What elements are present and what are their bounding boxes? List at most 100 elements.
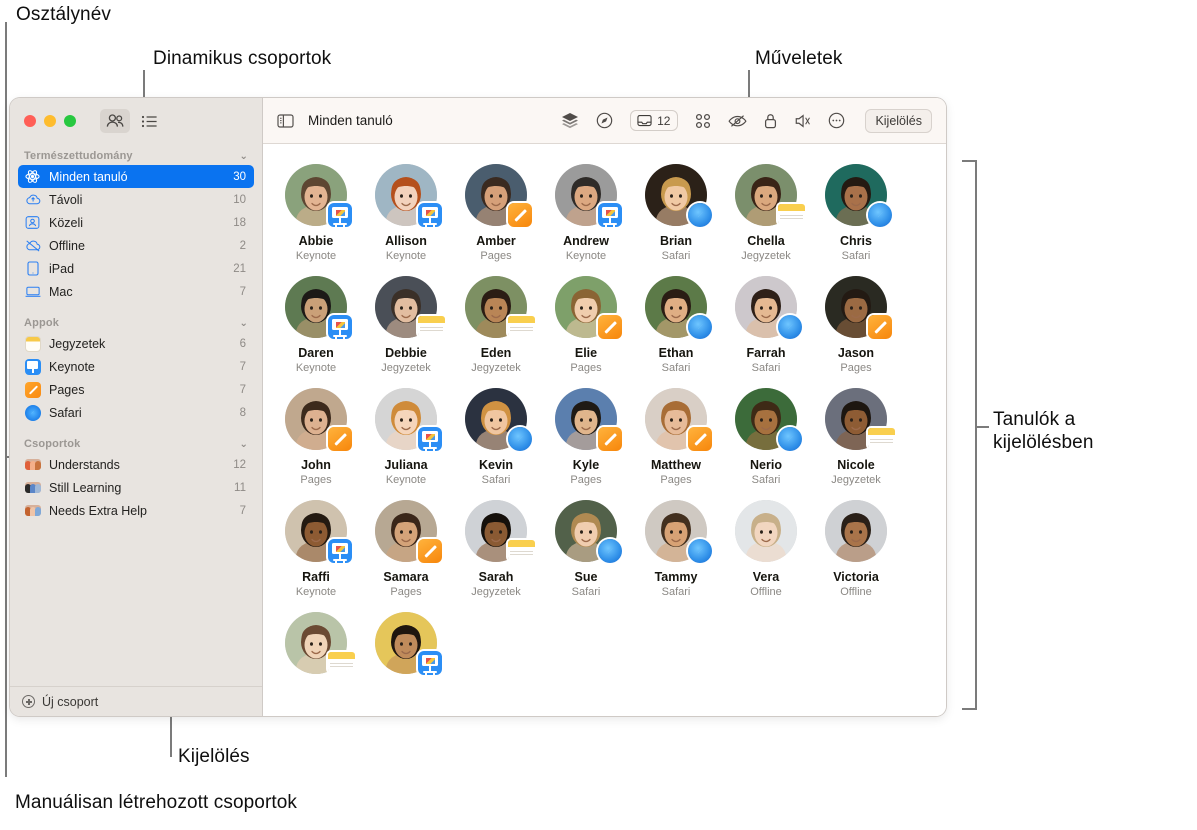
student-card[interactable]: Juliana Keynote xyxy=(361,382,451,486)
keynote-badge-icon xyxy=(418,651,442,675)
sidebar-section-header-groups[interactable]: Csoportok ⌄ xyxy=(10,434,262,453)
sidebar-item-safari[interactable]: Safari 8 xyxy=(18,401,254,424)
sidebar-section-header-class[interactable]: Természettudomány ⌄ xyxy=(10,146,262,165)
avatar xyxy=(735,276,802,339)
student-card[interactable]: Eden Jegyzetek xyxy=(451,270,541,374)
list-icon[interactable] xyxy=(134,109,164,133)
avatar xyxy=(555,164,622,227)
student-card[interactable]: Jason Pages xyxy=(811,270,901,374)
sidebar-item-count: 8 xyxy=(239,406,246,419)
sidebar-section-header-apps[interactable]: Appok ⌄ xyxy=(10,313,262,332)
hide-screen-eye-icon[interactable] xyxy=(728,113,748,128)
chevron-down-icon[interactable]: ⌄ xyxy=(239,318,248,329)
student-card[interactable]: Nicole Jegyzetek xyxy=(811,382,901,486)
sidebar-item-needs-extra-help[interactable]: Needs Extra Help 7 xyxy=(18,499,254,522)
people-icon[interactable] xyxy=(100,109,130,133)
annotation-actions: Műveletek xyxy=(755,48,843,69)
student-card[interactable]: Chris Safari xyxy=(811,158,901,262)
student-card[interactable]: Abbie Keynote xyxy=(271,158,361,262)
student-card[interactable]: Raffi Keynote xyxy=(271,494,361,598)
student-card[interactable]: Nerio Safari xyxy=(721,382,811,486)
notes-app-icon xyxy=(24,335,41,352)
safari-badge-icon xyxy=(778,315,802,339)
maximize-button[interactable] xyxy=(64,115,76,127)
student-name: Samara xyxy=(383,570,429,584)
student-card[interactable] xyxy=(361,606,451,675)
student-card[interactable]: Daren Keynote xyxy=(271,270,361,374)
student-app-status: Safari xyxy=(481,474,511,486)
sidebar-item-count: 12 xyxy=(233,458,246,471)
student-card[interactable]: Brian Safari xyxy=(631,158,721,262)
student-card[interactable]: Vera Offline xyxy=(721,494,811,598)
group-icon xyxy=(24,502,41,519)
student-card[interactable]: Samara Pages xyxy=(361,494,451,598)
student-card[interactable]: Ethan Safari xyxy=(631,270,721,374)
student-app-status: Safari xyxy=(751,474,781,486)
student-card[interactable]: Matthew Pages xyxy=(631,382,721,486)
view-mode-segmented-control[interactable] xyxy=(100,109,164,133)
sidebar-item-pages[interactable]: Pages 7 xyxy=(18,378,254,401)
sidebar-item-tavoli[interactable]: Távoli 10 xyxy=(18,188,254,211)
student-card[interactable]: Farrah Safari xyxy=(721,270,811,374)
student-app-status: Keynote xyxy=(295,250,337,262)
annotation-dynamic-groups: Dinamikus csoportok xyxy=(153,48,332,69)
student-card[interactable]: John Pages xyxy=(271,382,361,486)
avatar xyxy=(285,388,352,451)
student-card[interactable]: Victoria Offline xyxy=(811,494,901,598)
student-card[interactable]: Kyle Pages xyxy=(541,382,631,486)
close-button[interactable] xyxy=(24,115,36,127)
minimize-button[interactable] xyxy=(44,115,56,127)
chevron-down-icon[interactable]: ⌄ xyxy=(239,439,248,450)
inbox-icon[interactable]: 12 xyxy=(630,110,679,131)
sidebar-scroll-area[interactable]: Természettudomány ⌄ Minden tanuló 30 Táv… xyxy=(10,144,262,686)
student-card[interactable]: Elie Pages xyxy=(541,270,631,374)
student-card[interactable]: Tammy Safari xyxy=(631,494,721,598)
student-card[interactable]: Debbie Jegyzetek xyxy=(361,270,451,374)
student-name: Farrah xyxy=(746,346,786,360)
avatar xyxy=(555,276,622,339)
select-button[interactable]: Kijelölés xyxy=(865,108,932,133)
student-name: Ethan xyxy=(658,346,694,360)
sidebar-toggle-icon[interactable] xyxy=(277,113,294,128)
student-card[interactable]: Allison Keynote xyxy=(361,158,451,262)
student-app-status: Keynote xyxy=(385,250,427,262)
student-app-status: Jegyzetek xyxy=(831,474,881,486)
window-controls[interactable] xyxy=(24,115,76,127)
sidebar-item-count: 18 xyxy=(233,216,246,229)
apps-grid-icon[interactable] xyxy=(695,113,711,129)
sidebar-item-still-learning[interactable]: Still Learning 11 xyxy=(18,476,254,499)
leader-students-bracket-bottom xyxy=(962,708,977,710)
student-card[interactable] xyxy=(271,606,361,674)
notes-badge-icon xyxy=(508,540,535,560)
chevron-down-icon[interactable]: ⌄ xyxy=(239,151,248,162)
student-grid[interactable]: Abbie Keynote Allison Keynote Amber Pages Andr… xyxy=(263,144,946,716)
sidebar-item-offline[interactable]: Offline 2 xyxy=(18,234,254,257)
navigate-compass-icon[interactable] xyxy=(596,112,613,129)
student-card[interactable]: Sarah Jegyzetek xyxy=(451,494,541,598)
layers-icon[interactable] xyxy=(561,112,579,129)
inbox-count: 12 xyxy=(657,113,671,128)
sidebar-item-understands[interactable]: Understands 12 xyxy=(18,453,254,476)
avatar xyxy=(825,276,892,339)
keynote-badge-icon xyxy=(598,203,622,227)
sidebar-item-minden-tanulo[interactable]: Minden tanuló 30 xyxy=(18,165,254,188)
student-card[interactable]: Chella Jegyzetek xyxy=(721,158,811,262)
sidebar-item-mac[interactable]: Mac 7 xyxy=(18,280,254,303)
sidebar-item-ipad[interactable]: iPad 21 xyxy=(18,257,254,280)
sidebar-item-jegyzetek[interactable]: Jegyzetek 6 xyxy=(18,332,254,355)
lock-icon[interactable] xyxy=(764,113,777,129)
sidebar-item-label: Understands xyxy=(49,457,120,472)
keynote-app-icon xyxy=(24,358,41,375)
sidebar-item-kozeli[interactable]: Közeli 18 xyxy=(18,211,254,234)
student-name: Nerio xyxy=(750,458,782,472)
student-card[interactable]: Kevin Safari xyxy=(451,382,541,486)
mute-icon[interactable] xyxy=(794,113,811,129)
sidebar-item-count: 2 xyxy=(239,239,246,252)
student-card[interactable]: Sue Safari xyxy=(541,494,631,598)
more-ellipsis-icon[interactable] xyxy=(828,112,845,129)
avatar xyxy=(555,500,622,563)
new-group-button[interactable]: Új csoport xyxy=(10,686,262,716)
student-card[interactable]: Andrew Keynote xyxy=(541,158,631,262)
student-card[interactable]: Amber Pages xyxy=(451,158,541,262)
sidebar-item-keynote[interactable]: Keynote 7 xyxy=(18,355,254,378)
